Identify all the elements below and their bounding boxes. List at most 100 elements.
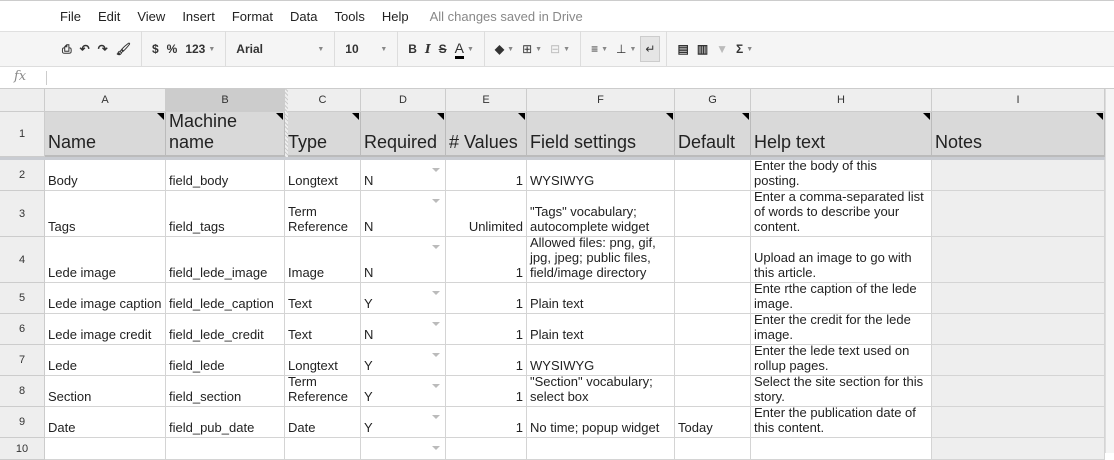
row-header-9[interactable]: 9 <box>0 407 45 438</box>
table-cell[interactable] <box>932 376 1105 407</box>
table-cell[interactable] <box>285 438 361 460</box>
table-cell[interactable]: Enter the lede text used on rollup pages… <box>751 345 932 376</box>
header-cell[interactable]: Name <box>45 112 166 157</box>
borders-icon[interactable]: ⊞ ▼ <box>518 36 546 62</box>
table-cell[interactable] <box>45 438 166 460</box>
table-cell[interactable] <box>361 438 446 460</box>
table-cell[interactable] <box>751 438 932 460</box>
table-cell[interactable] <box>675 345 751 376</box>
row-header-10[interactable]: 10 <box>0 438 45 460</box>
table-cell[interactable] <box>675 376 751 407</box>
wrap-text-icon[interactable]: ↵ <box>640 36 661 62</box>
table-cell[interactable]: 1 <box>446 283 527 314</box>
header-cell[interactable]: # Values <box>446 112 527 157</box>
merge-cells-icon[interactable]: ⊟ ▼ <box>546 36 574 62</box>
comment-icon[interactable]: ▤ <box>673 36 692 62</box>
align-icon[interactable]: ≡ ▼ <box>587 36 612 62</box>
table-cell[interactable]: Term Reference <box>285 191 361 237</box>
dropdown-arrow-icon[interactable] <box>432 384 440 388</box>
column-header-b[interactable]: B <box>166 89 285 112</box>
table-cell[interactable]: field_section <box>166 376 285 407</box>
table-cell[interactable]: WYSIWYG <box>527 345 675 376</box>
row-header-7[interactable]: 7 <box>0 345 45 376</box>
table-cell[interactable]: Tags <box>45 191 166 237</box>
table-cell[interactable]: Longtext <box>285 160 361 191</box>
column-header-e[interactable]: E <box>446 89 527 112</box>
table-cell[interactable]: 1 <box>446 376 527 407</box>
column-header-g[interactable]: G <box>675 89 751 112</box>
table-cell[interactable]: field_lede_image <box>166 237 285 283</box>
table-cell[interactable]: Body <box>45 160 166 191</box>
header-cell[interactable]: Notes <box>932 112 1105 157</box>
bold-button[interactable]: B <box>404 36 421 62</box>
column-header-f[interactable]: F <box>527 89 675 112</box>
table-cell[interactable]: Text <box>285 283 361 314</box>
paint-format-icon[interactable]: 🖌 <box>112 36 135 62</box>
row-header-4[interactable]: 4 <box>0 237 45 283</box>
table-cell[interactable] <box>932 283 1105 314</box>
row-header-2[interactable]: 2 <box>0 160 45 191</box>
dropdown-arrow-icon[interactable] <box>432 415 440 419</box>
table-cell[interactable]: Date <box>285 407 361 438</box>
table-cell[interactable]: Text <box>285 314 361 345</box>
table-cell[interactable]: Image <box>285 237 361 283</box>
row-header-6[interactable]: 6 <box>0 314 45 345</box>
header-cell[interactable]: Default <box>675 112 751 157</box>
menu-file[interactable]: File <box>60 9 81 24</box>
table-cell[interactable]: No time; popup widget <box>527 407 675 438</box>
dropdown-arrow-icon[interactable] <box>432 199 440 203</box>
header-cell[interactable]: Type <box>285 112 361 157</box>
menu-tools[interactable]: Tools <box>334 9 364 24</box>
table-cell[interactable]: Enter the publication date of this conte… <box>751 407 932 438</box>
menu-help[interactable]: Help <box>382 9 409 24</box>
column-header-h[interactable]: H <box>751 89 932 112</box>
table-cell[interactable] <box>932 237 1105 283</box>
table-cell[interactable] <box>932 438 1105 460</box>
table-cell[interactable]: field_pub_date <box>166 407 285 438</box>
table-cell[interactable]: N <box>361 160 446 191</box>
formula-input[interactable] <box>46 71 1106 85</box>
table-cell[interactable] <box>932 407 1105 438</box>
text-color-button[interactable]: A ▼ <box>451 36 478 62</box>
table-cell[interactable]: Term Reference <box>285 376 361 407</box>
table-cell[interactable]: Unlimited <box>446 191 527 237</box>
table-cell[interactable]: N <box>361 191 446 237</box>
column-header-d[interactable]: D <box>361 89 446 112</box>
table-cell[interactable]: Ente rthe caption of the lede image. <box>751 283 932 314</box>
menu-format[interactable]: Format <box>232 9 273 24</box>
more-formats-button[interactable]: 123 ▼ <box>181 36 219 62</box>
table-cell[interactable] <box>675 314 751 345</box>
font-size-select[interactable]: 10 ▼ <box>341 36 391 62</box>
table-cell[interactable]: Enter the credit for the lede image. <box>751 314 932 345</box>
vertical-align-icon[interactable]: ⊥ ▼ <box>612 36 640 62</box>
table-cell[interactable] <box>675 438 751 460</box>
table-cell[interactable] <box>932 191 1105 237</box>
select-all-corner[interactable] <box>0 89 45 112</box>
table-cell[interactable]: field_lede_caption <box>166 283 285 314</box>
table-cell[interactable] <box>932 345 1105 376</box>
table-cell[interactable]: 1 <box>446 345 527 376</box>
table-cell[interactable]: Allowed files: png, gif, jpg, jpeg; publ… <box>527 237 675 283</box>
table-cell[interactable]: field_body <box>166 160 285 191</box>
dropdown-arrow-icon[interactable] <box>432 322 440 326</box>
font-select[interactable]: Arial ▼ <box>232 36 328 62</box>
table-cell[interactable]: 1 <box>446 314 527 345</box>
header-cell[interactable]: Help text <box>751 112 932 157</box>
header-cell[interactable]: Machine name <box>166 112 285 157</box>
table-cell[interactable]: Longtext <box>285 345 361 376</box>
chart-icon[interactable]: ▥ <box>693 36 712 62</box>
table-cell[interactable]: Lede image caption <box>45 283 166 314</box>
table-cell[interactable]: Y <box>361 283 446 314</box>
table-cell[interactable]: Date <box>45 407 166 438</box>
dropdown-arrow-icon[interactable] <box>432 291 440 295</box>
table-cell[interactable] <box>675 237 751 283</box>
undo-icon[interactable]: ↶ <box>76 36 94 62</box>
table-cell[interactable]: Enter the body of this posting. <box>751 160 932 191</box>
header-cell[interactable]: Field settings <box>527 112 675 157</box>
filter-icon[interactable]: ▼ <box>712 36 732 62</box>
table-cell[interactable] <box>675 191 751 237</box>
table-cell[interactable] <box>932 160 1105 191</box>
print-icon[interactable]: ⎙ <box>58 36 76 62</box>
table-cell[interactable]: WYSIWYG <box>527 160 675 191</box>
column-header-c[interactable]: C <box>285 89 361 112</box>
